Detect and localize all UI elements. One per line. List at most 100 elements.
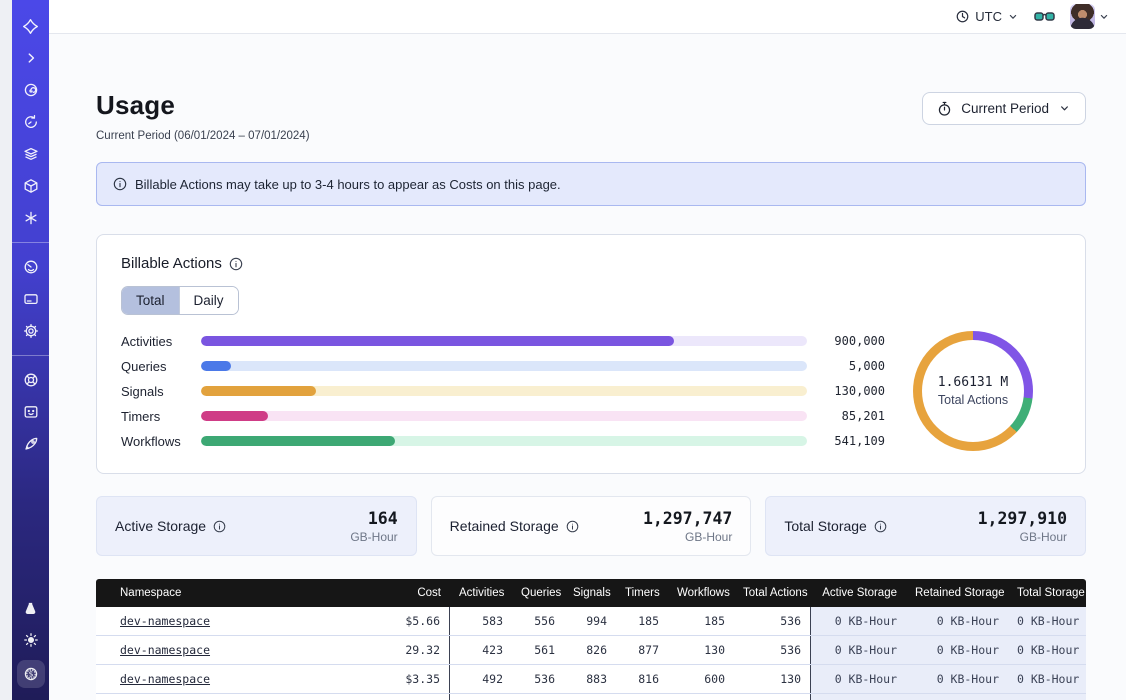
bar-track xyxy=(201,411,807,421)
sidebar-item-namespaces[interactable] xyxy=(19,78,43,102)
table-cell: 0 KB-Hour xyxy=(810,665,906,693)
bar-category-label: Signals xyxy=(121,384,187,399)
table-cell: 0 KB-Hour xyxy=(1008,607,1086,635)
bar-value-label: 130,000 xyxy=(821,384,885,398)
namespace-link[interactable]: dev-namespace xyxy=(120,672,210,686)
table-cell: 492 xyxy=(450,665,512,693)
bar-category-label: Activities xyxy=(121,334,187,349)
period-selector-button[interactable]: Current Period xyxy=(922,92,1086,125)
total-actions-donut: 1.66131 M Total Actions xyxy=(913,331,1033,451)
glasses-icon xyxy=(1034,10,1055,23)
info-icon[interactable] xyxy=(213,520,226,533)
table-cell: 29.32 xyxy=(392,636,450,664)
table-cell: 556 xyxy=(512,607,564,635)
sidebar-item-archive[interactable] xyxy=(19,174,43,198)
table-header-cell: Cost xyxy=(392,579,450,607)
retained-storage-card: Retained Storage 1,297,747 GB-Hour xyxy=(431,496,752,556)
sidebar-divider xyxy=(12,355,49,356)
expand-chevron-icon xyxy=(24,51,38,65)
sidebar-item-schedules[interactable] xyxy=(19,110,43,134)
feedback-glasses-button[interactable] xyxy=(1034,10,1055,23)
active-storage-unit: GB-Hour xyxy=(350,530,397,544)
table-header-cell: Activities xyxy=(450,579,512,607)
namespace-link[interactable]: dev-namespace xyxy=(120,614,210,628)
sidebar-item-home[interactable] xyxy=(19,14,43,38)
table-cell xyxy=(564,694,616,700)
topbar: UTC xyxy=(49,0,1126,34)
bar-fill xyxy=(201,386,316,396)
table-cell: 130 xyxy=(668,636,734,664)
table-cell xyxy=(734,694,810,700)
sidebar-item-getting-started[interactable] xyxy=(19,432,43,456)
sidebar-item-billing[interactable] xyxy=(19,287,43,311)
table-cell: 600 xyxy=(668,665,734,693)
account-menu[interactable] xyxy=(1070,4,1110,29)
retained-storage-value: 1,297,747 xyxy=(643,509,732,528)
total-storage-value: 1,297,910 xyxy=(978,509,1067,528)
sidebar-item-settings[interactable] xyxy=(19,319,43,343)
banner-text: Billable Actions may take up to 3-4 hour… xyxy=(135,177,561,192)
table-cell xyxy=(512,694,564,700)
timezone-selector[interactable]: UTC xyxy=(955,9,1019,24)
main-area: UTC Usage Current Period (06/01/2024 – 0… xyxy=(49,0,1126,700)
table-header-cell: Total Storage xyxy=(1008,579,1086,607)
table-cell: dev-namespace xyxy=(96,607,392,635)
storage-summary-row: Active Storage 164 GB-Hour Retained Stor… xyxy=(96,496,1086,556)
table-row xyxy=(96,694,1086,700)
billing-card-icon xyxy=(23,291,39,307)
table-cell xyxy=(616,694,668,700)
table-cell: $3.35 xyxy=(392,665,450,693)
table-header-cell: Total Actions xyxy=(734,579,810,607)
bar-fill xyxy=(201,411,268,421)
bar-row: Queries5,000 xyxy=(121,359,885,374)
table-cell xyxy=(96,694,392,700)
table-cell: 0 KB-Hour xyxy=(906,636,1008,664)
donut-total-label: Total Actions xyxy=(938,393,1008,407)
sidebar: $ xyxy=(12,0,49,700)
sidebar-item-usage-active[interactable]: $ xyxy=(17,660,45,688)
bar-row: Workflows541,109 xyxy=(121,434,885,449)
bar-row: Timers85,201 xyxy=(121,409,885,424)
table-cell: 0 KB-Hour xyxy=(906,607,1008,635)
tab-daily[interactable]: Daily xyxy=(179,287,238,314)
bar-value-label: 900,000 xyxy=(821,334,885,348)
table-cell: 536 xyxy=(734,636,810,664)
table-header-cell: Active Storage xyxy=(810,579,906,607)
info-icon[interactable] xyxy=(874,520,887,533)
rocket-icon xyxy=(23,436,39,452)
table-cell: dev-namespace xyxy=(96,636,392,664)
total-storage-card: Total Storage 1,297,910 GB-Hour xyxy=(765,496,1086,556)
table-cell xyxy=(810,694,906,700)
avatar xyxy=(1070,4,1095,29)
info-icon[interactable] xyxy=(229,257,243,271)
table-cell: 0 KB-Hour xyxy=(906,665,1008,693)
content: Usage Current Period (06/01/2024 – 07/01… xyxy=(49,34,1126,700)
total-storage-unit: GB-Hour xyxy=(978,530,1067,544)
table-row: dev-namespace29.324235618268771305360 KB… xyxy=(96,636,1086,665)
active-storage-label: Active Storage xyxy=(115,518,206,534)
bar-value-label: 541,109 xyxy=(821,434,885,448)
info-icon[interactable] xyxy=(566,520,579,533)
chevron-down-icon xyxy=(1098,11,1110,23)
sidebar-item-deployments[interactable] xyxy=(19,142,43,166)
table-cell: 816 xyxy=(616,665,668,693)
bar-row: Activities 900,000 xyxy=(121,334,885,349)
sidebar-item-support[interactable] xyxy=(19,368,43,392)
gauge-icon xyxy=(23,259,39,275)
donut-total-value: 1.66131 M xyxy=(938,375,1008,390)
flask-icon xyxy=(23,601,38,616)
table-cell: 0 KB-Hour xyxy=(810,607,906,635)
sidebar-item-metrics[interactable] xyxy=(19,255,43,279)
namespace-link[interactable]: dev-namespace xyxy=(120,643,210,657)
sidebar-item-theme[interactable] xyxy=(19,628,43,652)
sidebar-item-labs[interactable] xyxy=(19,596,43,620)
sidebar-item-batch[interactable] xyxy=(19,206,43,230)
sidebar-item-expand[interactable] xyxy=(19,46,43,70)
page-title: Usage xyxy=(96,90,310,121)
bar-fill xyxy=(201,336,674,346)
tab-total[interactable]: Total xyxy=(122,287,179,314)
sidebar-item-docs[interactable] xyxy=(19,400,43,424)
billable-bars: Activities 900,000 Queries5,000 Signals 130,… xyxy=(121,334,885,449)
table-cell: $5.66 xyxy=(392,607,450,635)
table-cell: 883 xyxy=(564,665,616,693)
